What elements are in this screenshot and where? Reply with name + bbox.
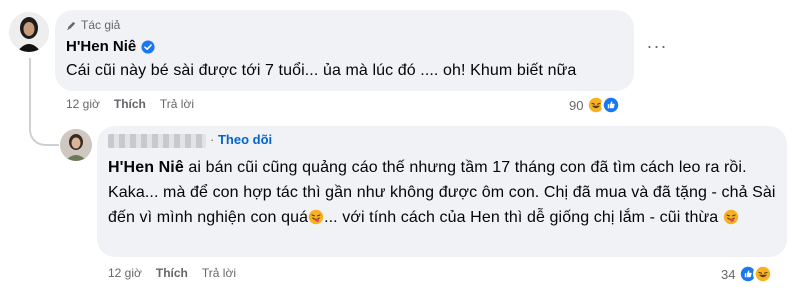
follow-separator: ·: [210, 132, 215, 147]
avatar-image: [60, 129, 92, 161]
reply-actions: 12 giờ Thích Trả lời: [108, 266, 236, 280]
thread-connector: [29, 110, 59, 146]
reply-time[interactable]: 12 giờ: [108, 266, 142, 280]
reply-like-button[interactable]: Thích: [156, 266, 188, 280]
reply-text: H'Hen Niê ai bán cũi cũng quảng cáo thế …: [108, 155, 780, 230]
verified-badge-icon: [141, 39, 155, 54]
badge-label: Tác giả: [81, 18, 121, 32]
avatar-image: [9, 12, 49, 52]
like-button[interactable]: Thích: [114, 97, 146, 111]
reply-reaction-summary[interactable]: 34: [721, 264, 774, 284]
reply-text-part2: ... với tính cách của Hen thì dễ giống c…: [324, 209, 723, 226]
tongue-wink-emoji-icon: [723, 209, 739, 225]
reply-reply-button[interactable]: Trả lời: [202, 266, 236, 280]
comment-author[interactable]: H'Hen Niê: [66, 38, 155, 55]
reaction-count[interactable]: 90: [569, 98, 583, 113]
tongue-wink-emoji-icon: [308, 209, 324, 225]
more-options-button[interactable]: ···: [645, 37, 669, 62]
blurred-replier-name: [108, 134, 206, 148]
mention-link[interactable]: H'Hen Niê: [108, 159, 184, 176]
author-badge: Tác giả: [66, 18, 120, 32]
reply-button[interactable]: Trả lời: [160, 97, 194, 111]
author-avatar[interactable]: [9, 12, 49, 52]
comment-text: Cái cũi này bé sài được tới 7 tuổi... ủa…: [66, 62, 577, 79]
reply-reaction-count[interactable]: 34: [721, 267, 735, 282]
follow-link[interactable]: · Theo dõi: [210, 132, 272, 147]
reaction-summary[interactable]: 90: [569, 95, 622, 115]
comment-time[interactable]: 12 giờ: [66, 97, 100, 111]
author-name[interactable]: H'Hen Niê: [66, 38, 136, 55]
comment-actions: 12 giờ Thích Trả lời: [66, 97, 194, 111]
pen-icon: [67, 21, 76, 30]
follow-button[interactable]: Theo dõi: [218, 132, 272, 147]
haha-icon: [753, 264, 774, 284]
like-icon: [601, 95, 622, 115]
replier-avatar[interactable]: [60, 129, 92, 161]
